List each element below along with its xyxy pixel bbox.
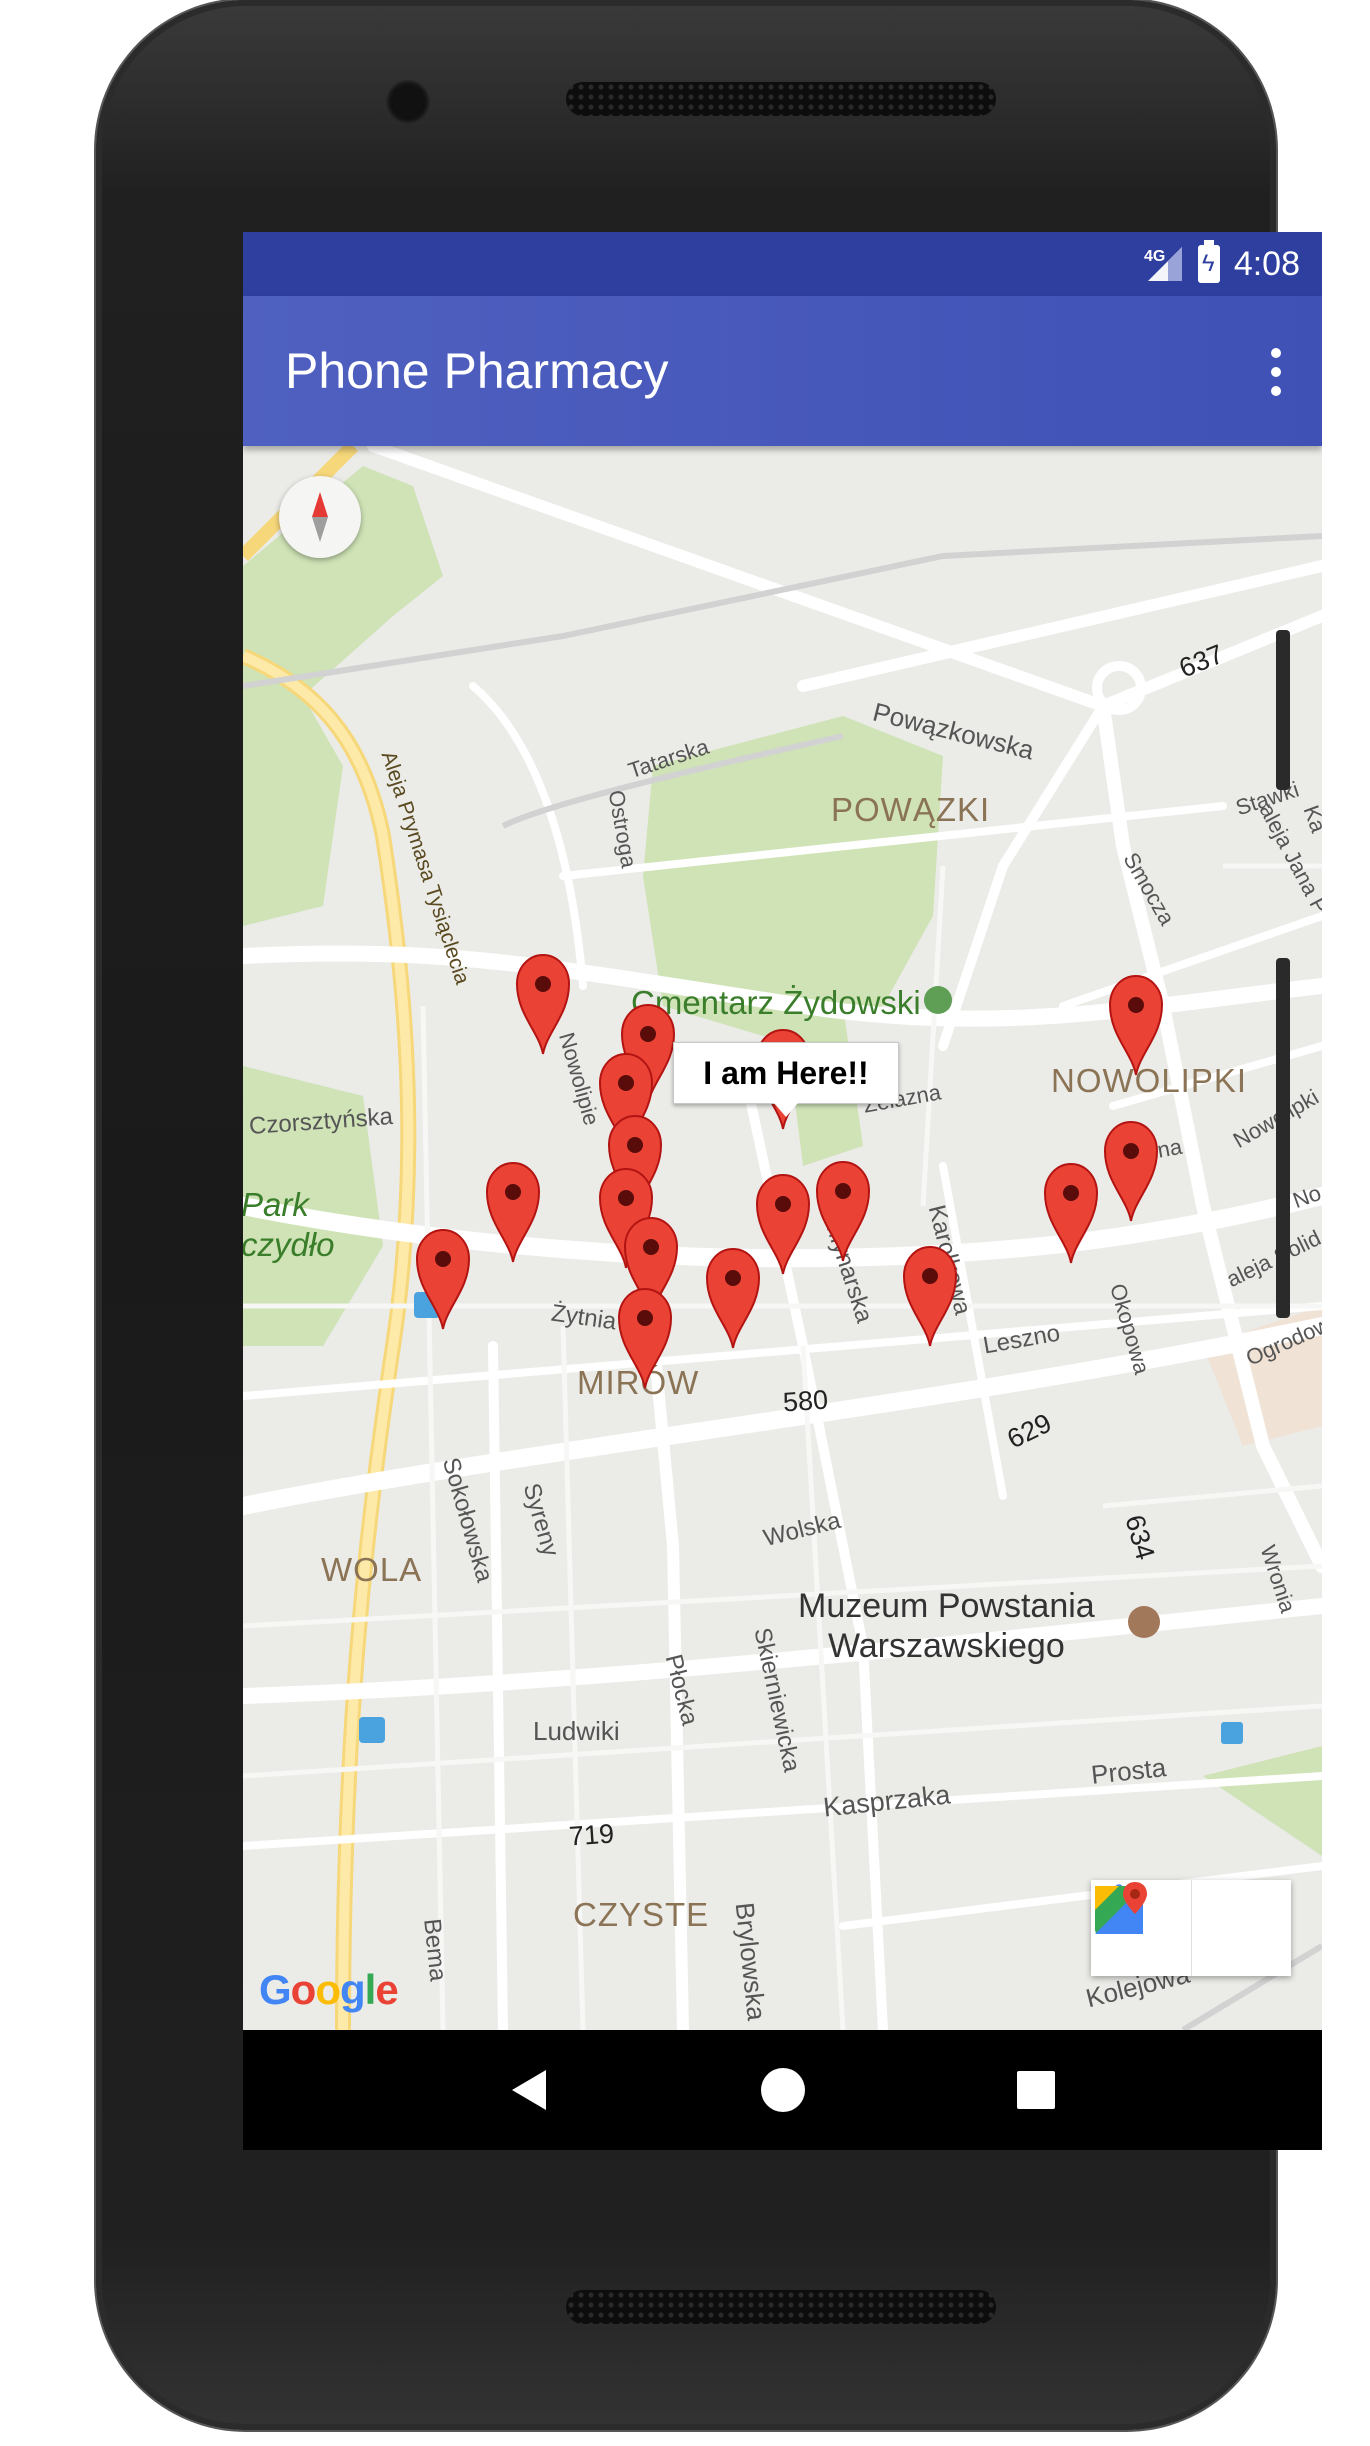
recents-icon[interactable] <box>1006 2060 1066 2120</box>
museum-name-line2: Warszawskiego <box>827 1627 1065 1665</box>
power-button <box>1276 958 1290 1318</box>
pharmacy-marker[interactable] <box>1041 1161 1101 1265</box>
app-bar: Phone Pharmacy <box>243 296 1322 446</box>
compass-icon[interactable] <box>279 476 361 558</box>
map-view[interactable]: POWĄZKI NOWOLIPKI MIRÓW WOLA CZYSTE Cmen… <box>243 446 1322 2030</box>
museum-label: Muzeum Powstania Warszawskiego <box>798 1586 1095 1666</box>
more-vert-icon[interactable] <box>1270 348 1282 396</box>
park-label: czydło <box>243 1226 335 1263</box>
phone-frame: 4G ϟ 4:08 Phone Pharmacy POWĄZKI NOWOLIP… <box>96 0 1322 2430</box>
navigation-bar <box>243 2030 1322 2150</box>
museum-name-line1: Muzeum Powstania <box>798 1587 1095 1625</box>
back-icon[interactable] <box>500 2060 560 2120</box>
pharmacy-marker[interactable] <box>483 1160 543 1264</box>
route-number: 719 <box>567 1818 616 1852</box>
pharmacy-marker[interactable] <box>1101 1119 1161 1223</box>
pharmacy-marker[interactable] <box>1106 973 1166 1077</box>
front-camera <box>386 80 430 124</box>
google-logo: Google <box>259 1966 399 2013</box>
status-time: 4:08 <box>1233 244 1300 283</box>
pharmacy-marker[interactable] <box>413 1227 473 1331</box>
volume-button <box>1276 630 1290 790</box>
pharmacy-marker[interactable] <box>513 952 573 1056</box>
app-title: Phone Pharmacy <box>285 343 669 399</box>
district-label: CZYSTE <box>573 1896 710 1933</box>
street-label: Ludwiki <box>533 1716 620 1746</box>
network-type: 4G <box>1144 248 1165 265</box>
top-speaker <box>566 82 996 116</box>
pharmacy-marker[interactable] <box>900 1244 960 1348</box>
route-number: 580 <box>781 1384 830 1418</box>
info-window[interactable]: I am Here!! <box>673 1042 899 1117</box>
pharmacy-marker[interactable] <box>615 1286 675 1390</box>
bottom-speaker <box>566 2290 996 2324</box>
park-label: Park <box>243 1186 309 1223</box>
status-bar: 4G ϟ 4:08 <box>243 232 1322 296</box>
home-icon[interactable] <box>753 2060 813 2120</box>
pharmacy-marker[interactable] <box>813 1159 873 1263</box>
district-label: POWĄZKI <box>831 791 991 828</box>
google-maps-icon[interactable] <box>1095 1880 1292 1976</box>
district-label: WOLA <box>321 1551 423 1588</box>
screen: 4G ϟ 4:08 Phone Pharmacy POWĄZKI NOWOLIP… <box>243 232 1322 2150</box>
battery-icon: ϟ <box>1197 240 1220 283</box>
map-toolbar <box>1091 1880 1291 1976</box>
signal-icon: 4G <box>1144 247 1182 281</box>
pharmacy-marker[interactable] <box>703 1246 763 1350</box>
